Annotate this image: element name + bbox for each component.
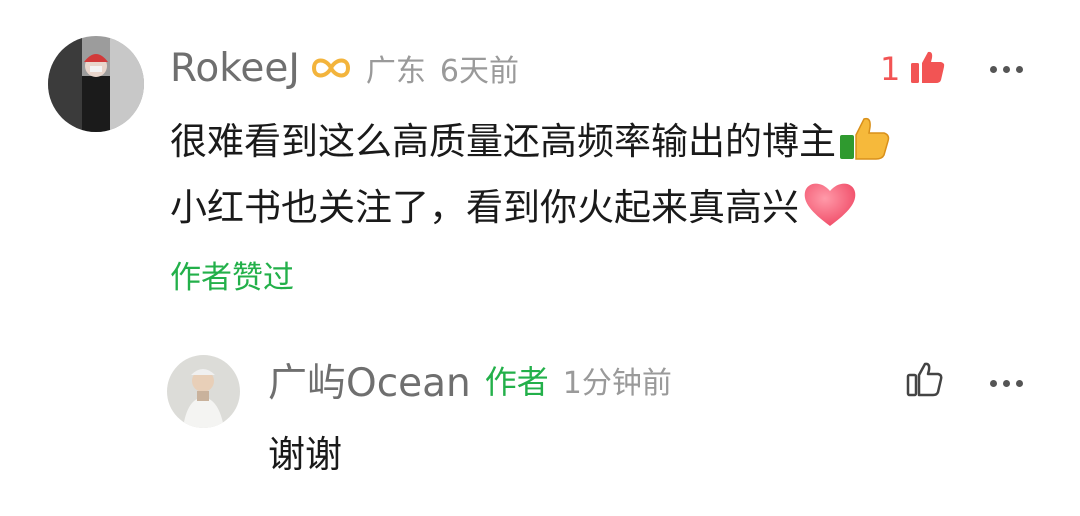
reply-header: 广屿Ocean 作者 1分钟前 xyxy=(268,354,672,406)
comment-text: 很难看到这么高质量还高频率输出的博主 xyxy=(170,120,836,163)
infinity-badge-icon xyxy=(310,54,352,82)
like-button[interactable] xyxy=(905,358,945,404)
comment-text-line-2: 小红书也关注了，看到你火起来真高兴 xyxy=(170,178,859,230)
username[interactable]: 广屿Ocean xyxy=(268,352,471,408)
thumbs-up-outline-icon xyxy=(905,359,945,403)
like-count: 1 xyxy=(880,50,901,88)
avatar[interactable] xyxy=(48,36,144,132)
thumbs-up-emoji-icon xyxy=(838,113,892,163)
location: 广东 xyxy=(365,54,426,89)
comment-header: RokeeJ 广东 6天前 xyxy=(170,42,519,94)
author-liked-label: 作者赞过 xyxy=(170,260,294,296)
timestamp: 6天前 xyxy=(439,54,519,89)
username[interactable]: RokeeJ xyxy=(170,46,300,91)
thumbs-up-filled-icon xyxy=(908,47,948,91)
avatar[interactable] xyxy=(167,355,240,428)
reply-text: 谢谢 xyxy=(268,433,342,476)
more-options-button[interactable] xyxy=(990,66,1023,73)
heart-emoji-icon xyxy=(801,178,859,230)
comment-text: 小红书也关注了，看到你火起来真高兴 xyxy=(170,186,799,229)
more-options-button[interactable] xyxy=(990,380,1023,387)
author-tag: 作者 xyxy=(484,363,549,401)
like-button[interactable]: 1 xyxy=(880,46,948,92)
comment-text-line-1: 很难看到这么高质量还高频率输出的博主 xyxy=(170,112,892,164)
timestamp: 1分钟前 xyxy=(562,366,672,401)
